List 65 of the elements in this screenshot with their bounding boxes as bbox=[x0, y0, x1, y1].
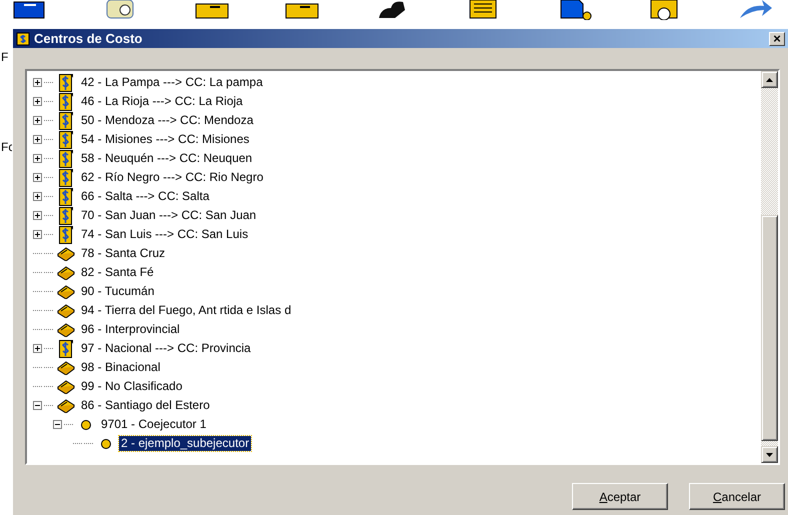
tree-item[interactable]: 50 - Mendoza ---> CC: Mendoza bbox=[79, 113, 256, 128]
tree-item[interactable]: 86 - Santiago del Estero bbox=[79, 398, 212, 413]
book-icon bbox=[57, 322, 75, 336]
scroll-down-button[interactable] bbox=[761, 446, 778, 463]
tree-item[interactable]: 54 - Misiones ---> CC: Misiones bbox=[79, 132, 252, 147]
book-icon bbox=[57, 266, 75, 280]
tree-item[interactable]: 2 - ejemplo_subejecutor bbox=[119, 436, 252, 451]
scrollbar[interactable] bbox=[761, 71, 778, 463]
tree-item[interactable]: 62 - Río Negro ---> CC: Rio Negro bbox=[79, 170, 266, 185]
money-card-icon bbox=[59, 340, 73, 358]
money-card-icon bbox=[59, 92, 73, 110]
tree-item[interactable]: 90 - Tucumán bbox=[79, 284, 156, 299]
tree-item[interactable]: 97 - Nacional ---> CC: Provincia bbox=[79, 341, 253, 356]
money-card-icon bbox=[59, 188, 73, 206]
expand-icon[interactable] bbox=[33, 135, 42, 144]
expand-icon[interactable] bbox=[33, 154, 42, 163]
tree-item[interactable]: 74 - San Luis ---> CC: San Luis bbox=[79, 227, 250, 242]
money-card-icon bbox=[59, 112, 73, 130]
tree-item[interactable]: 58 - Neuquén ---> CC: Neuquen bbox=[79, 151, 254, 166]
book-icon bbox=[57, 360, 75, 374]
expand-icon[interactable] bbox=[33, 97, 42, 106]
circle-icon bbox=[100, 438, 112, 450]
expand-icon[interactable] bbox=[33, 344, 42, 353]
expand-icon[interactable] bbox=[33, 230, 42, 239]
money-card-icon bbox=[59, 74, 73, 92]
book-icon bbox=[57, 304, 75, 318]
close-button[interactable]: × bbox=[769, 32, 785, 46]
tree-item[interactable]: 46 - La Rioja ---> CC: La Rioja bbox=[79, 94, 245, 109]
money-card-icon bbox=[59, 168, 73, 186]
arrow-icon[interactable] bbox=[738, 0, 774, 20]
app-icon bbox=[16, 32, 30, 46]
expand-icon[interactable] bbox=[33, 173, 42, 182]
tree-item[interactable]: 98 - Binacional bbox=[79, 360, 162, 375]
tree-item[interactable]: 66 - Salta ---> CC: Salta bbox=[79, 189, 212, 204]
dialog-button[interactable]: Aceptar bbox=[572, 483, 668, 510]
tree-item[interactable]: 9701 - Coejecutor 1 bbox=[99, 417, 208, 432]
collapse-icon[interactable] bbox=[33, 401, 42, 410]
expand-icon[interactable] bbox=[33, 211, 42, 220]
tree-item[interactable]: 99 - No Clasificado bbox=[79, 379, 184, 394]
tree-item[interactable]: 70 - San Juan ---> CC: San Juan bbox=[79, 208, 258, 223]
book-icon bbox=[57, 380, 75, 394]
circle-icon bbox=[80, 418, 92, 430]
tree-item[interactable]: 78 - Santa Cruz bbox=[79, 246, 168, 261]
scroll-thumb[interactable] bbox=[761, 215, 778, 441]
down-arrow-icon bbox=[766, 452, 773, 456]
book-icon bbox=[57, 284, 75, 298]
book-icon bbox=[57, 246, 75, 260]
expand-icon[interactable] bbox=[33, 78, 42, 87]
expand-icon[interactable] bbox=[33, 116, 42, 125]
tree-item[interactable]: 82 - Santa Fé bbox=[79, 265, 156, 280]
money-card-icon bbox=[59, 150, 73, 168]
up-arrow-icon bbox=[766, 78, 773, 82]
book-icon bbox=[57, 398, 75, 412]
collapse-icon[interactable] bbox=[53, 420, 62, 429]
scroll-up-button[interactable] bbox=[761, 71, 778, 88]
tree-item[interactable]: 94 - Tierra del Fuego, Ant rtida e Islas d bbox=[79, 303, 294, 318]
dialog-button[interactable]: Cancelar bbox=[689, 483, 785, 510]
tree-item[interactable]: 42 - La Pampa ---> CC: La pampa bbox=[79, 75, 265, 90]
tree-item[interactable]: 96 - Interprovincial bbox=[79, 322, 182, 337]
expand-icon[interactable] bbox=[33, 192, 42, 201]
money-card-icon bbox=[59, 226, 73, 244]
background-label: F bbox=[1, 50, 8, 64]
money-card-icon bbox=[59, 130, 73, 148]
window-title: Centros de Costo bbox=[34, 31, 144, 46]
money-card-icon bbox=[59, 206, 73, 224]
